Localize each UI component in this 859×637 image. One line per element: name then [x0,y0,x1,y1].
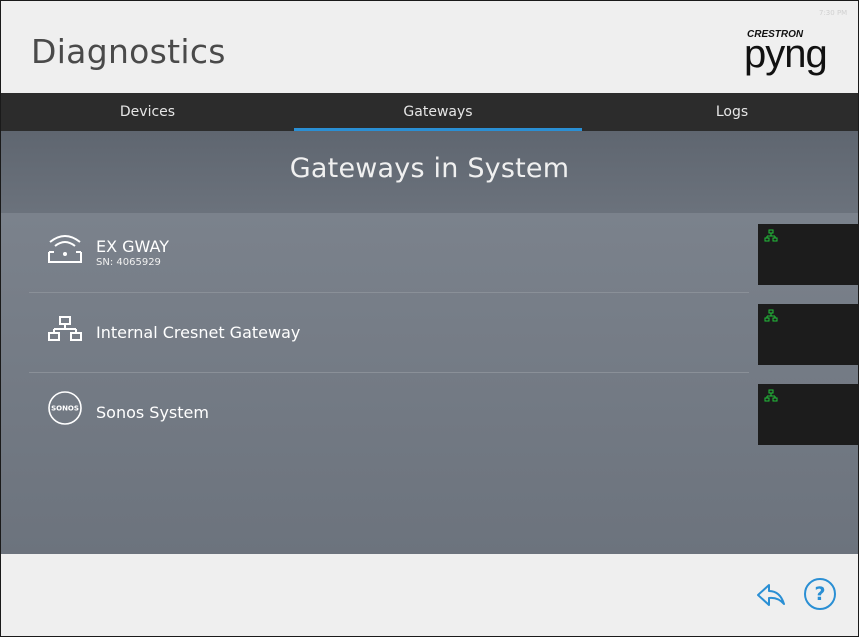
gateway-serial: SN: 4065929 [96,257,161,268]
crestron-pyng-logo: CRESTRON pyng [741,29,853,75]
status-panel [758,304,858,365]
help-button[interactable]: ? [804,578,836,610]
gateway-name: Internal Cresnet Gateway [96,323,301,342]
section-title: Gateways in System [289,153,570,184]
back-arrow-icon [757,584,785,606]
back-button[interactable] [756,582,786,608]
page-title: Diagnostics [31,32,226,71]
tab-bar: Devices Gateways Logs [1,93,858,131]
header: Diagnostics 7:30 PM CRESTRON pyng [1,1,858,93]
tab-gateways[interactable]: Gateways [294,93,582,131]
gateway-name: EX GWAY [96,237,169,256]
app-frame: Diagnostics 7:30 PM CRESTRON pyng Device… [0,0,859,637]
sonos-icon: SONOS [45,388,85,428]
clock-text: 7:30 PM [819,9,848,17]
router-icon [45,228,85,268]
network-status-icon [764,309,778,322]
gateways-panel: Gateways in System EX GWAY SN: 4065929 I… [1,131,858,554]
gateway-list: EX GWAY SN: 4065929 Internal Cresnet Gat… [1,213,858,554]
help-icon: ? [804,578,836,610]
gateway-row-sonos[interactable]: SONOS Sonos System [29,373,858,453]
network-icon [45,308,85,348]
network-status-icon [764,389,778,402]
gateway-name: Sonos System [96,403,209,422]
gateway-row-cresnet[interactable]: Internal Cresnet Gateway [29,293,858,373]
footer: ? [1,554,858,636]
status-panel [758,384,858,445]
network-status-icon [764,229,778,242]
status-panel [758,224,858,285]
tab-devices[interactable]: Devices [1,93,294,131]
section-header: Gateways in System [1,131,858,213]
logo-product-text: pyng [744,32,828,76]
tab-logs[interactable]: Logs [582,93,858,131]
svg-text:SONOS: SONOS [51,405,79,413]
gateway-row-ex-gway[interactable]: EX GWAY SN: 4065929 [29,213,858,293]
